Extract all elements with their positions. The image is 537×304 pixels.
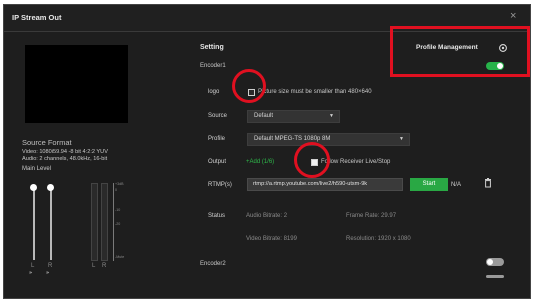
meter-label-right: R (102, 263, 107, 269)
output-label: Output (208, 159, 227, 165)
highlight-circle (294, 142, 330, 178)
resolution: Resolution: 1920 x 1080 (346, 236, 411, 242)
status-label: Status (208, 213, 226, 219)
main-level-label: Main Level (22, 166, 52, 172)
source-format-heading: Source Format (22, 138, 72, 147)
stream-status-value: N/A (451, 182, 462, 188)
source-value: Default (254, 113, 274, 119)
fader-label-right: R (48, 263, 53, 269)
meter-tick: -20 (115, 222, 121, 226)
toggle-knob (487, 259, 493, 265)
speaker-icon[interactable]: 🕪 (29, 270, 32, 276)
setting-heading: Setting (200, 44, 224, 51)
logo-label: logo (208, 89, 220, 95)
dialog-title: IP Stream Out (12, 13, 62, 22)
source-dropdown[interactable]: Default ▼ (247, 110, 340, 123)
fader-label-left: L (31, 263, 35, 269)
rtmp-url-input[interactable]: rtmp://a.rtmp.youtube.com/live2/h590-uts… (247, 178, 403, 191)
profile-value: Default MPEG-TS 1080p 8M (254, 136, 331, 142)
left-fader-knob[interactable] (30, 184, 37, 191)
audio-bitrate: Audio Bitrate: 2 (246, 213, 288, 219)
video-bitrate: Video Bitrate: 8199 (246, 236, 297, 242)
encoder1-label: Encoder1 (200, 63, 226, 69)
right-fader-track[interactable] (50, 188, 52, 260)
logo-hint: Picture size must be smaller than 480×64… (258, 89, 372, 95)
toggle-partial (486, 275, 504, 278)
trash-icon[interactable] (484, 178, 492, 188)
highlight-box (390, 26, 530, 77)
close-icon[interactable]: × (510, 10, 516, 22)
add-output-button[interactable]: +Add (1/6) (246, 159, 274, 165)
meter-tick: 0 (115, 188, 117, 192)
meter-tick: -10 (115, 208, 121, 212)
chevron-down-icon: ▼ (399, 136, 404, 142)
meter-tick: -Mute (115, 255, 125, 259)
speaker-icon[interactable]: 🕪 (46, 270, 49, 276)
start-button[interactable]: Start (410, 178, 448, 191)
source-label: Source (208, 113, 228, 119)
right-fader-knob[interactable] (47, 184, 54, 191)
source-audio-info: Audio: 2 channels, 48.0kHz, 16-bit (22, 156, 108, 162)
meter-scale-line (113, 183, 114, 261)
frame-rate: Frame Rate: 29.97 (346, 213, 397, 219)
video-preview (25, 45, 128, 123)
source-video-info: Video: 1080i59.94 -8 bit 4:2:2 YUV (22, 149, 108, 155)
rtmp-label: RTMP(s) (208, 182, 232, 188)
profile-label: Profile (208, 136, 226, 142)
meter-label-left: L (92, 263, 96, 269)
profile-dropdown[interactable]: Default MPEG-TS 1080p 8M ▼ (247, 133, 410, 146)
encoder2-label: Encoder2 (200, 261, 226, 267)
level-meter-right (101, 183, 108, 261)
encoder2-toggle[interactable] (486, 258, 504, 266)
highlight-circle (232, 69, 266, 103)
meter-tick: +3dB (115, 182, 124, 186)
level-meter-left (91, 183, 98, 261)
follow-receiver-label: Follow Receiver Live/Stop (321, 159, 391, 165)
left-fader-track[interactable] (33, 188, 35, 260)
chevron-down-icon: ▼ (329, 113, 334, 119)
